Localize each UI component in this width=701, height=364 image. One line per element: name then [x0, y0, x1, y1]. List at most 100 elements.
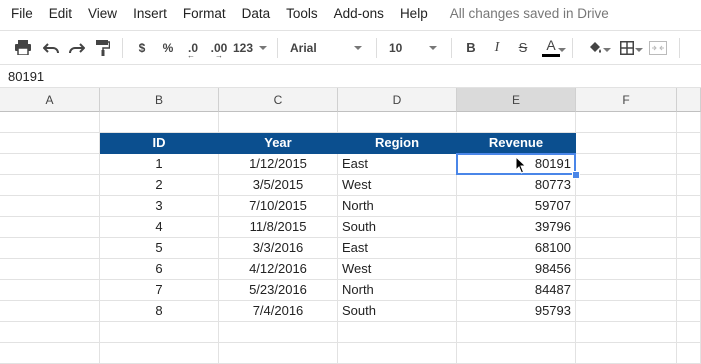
region-cell[interactable]: West	[338, 259, 457, 280]
empty-cell-f[interactable]	[576, 259, 677, 280]
empty-cell-extra[interactable]	[677, 238, 701, 259]
id-cell[interactable]: 3	[100, 196, 219, 217]
empty-cell-a[interactable]	[0, 280, 100, 301]
revenue-cell[interactable]: 39796	[457, 217, 576, 238]
id-cell[interactable]: 7	[100, 280, 219, 301]
empty-cell-b[interactable]	[100, 322, 219, 343]
region-cell[interactable]: East	[338, 238, 457, 259]
revenue-cell[interactable]: 59707	[457, 196, 576, 217]
borders-button[interactable]	[611, 36, 643, 60]
empty-cell-b[interactable]	[100, 112, 219, 133]
empty-cell-d[interactable]	[338, 343, 457, 364]
empty-cell-a[interactable]	[0, 217, 100, 238]
column-header-b[interactable]: B	[100, 88, 219, 112]
empty-cell-f[interactable]	[576, 154, 677, 175]
column-header-c[interactable]: C	[219, 88, 338, 112]
revenue-cell[interactable]: 98456	[457, 259, 576, 280]
menu-data[interactable]: Data	[234, 6, 279, 21]
empty-cell-f[interactable]	[576, 112, 677, 133]
column-header-d[interactable]: D	[338, 88, 457, 112]
empty-cell-e[interactable]	[457, 112, 576, 133]
empty-cell-d[interactable]	[338, 322, 457, 343]
empty-cell-a[interactable]	[0, 133, 100, 154]
paint-format-icon[interactable]	[90, 36, 116, 60]
empty-cell-b[interactable]	[100, 343, 219, 364]
empty-cell-f[interactable]	[576, 238, 677, 259]
menu-tools[interactable]: Tools	[278, 6, 326, 21]
empty-cell-f[interactable]	[576, 217, 677, 238]
menu-view[interactable]: View	[80, 6, 125, 21]
formula-value[interactable]: 80191	[0, 69, 44, 84]
bold-button[interactable]: B	[458, 36, 484, 60]
empty-cell-a[interactable]	[0, 343, 100, 364]
region-cell[interactable]: North	[338, 196, 457, 217]
print-icon[interactable]	[8, 36, 38, 60]
id-cell[interactable]: 2	[100, 175, 219, 196]
empty-cell-extra[interactable]	[677, 217, 701, 238]
fill-color-button[interactable]	[579, 36, 611, 60]
empty-cell-a[interactable]	[0, 175, 100, 196]
empty-cell-extra[interactable]	[677, 301, 701, 322]
revenue-cell[interactable]: 68100	[457, 238, 576, 259]
empty-cell-f[interactable]	[576, 301, 677, 322]
id-cell[interactable]: 4	[100, 217, 219, 238]
empty-cell-a[interactable]	[0, 154, 100, 175]
redo-icon[interactable]	[64, 36, 90, 60]
font-size-select[interactable]: 10	[383, 36, 445, 60]
table-header-revenue[interactable]: Revenue	[457, 133, 576, 154]
column-header-e[interactable]: E	[457, 88, 576, 112]
region-cell[interactable]: North	[338, 280, 457, 301]
empty-cell-extra[interactable]	[677, 322, 701, 343]
column-header-f[interactable]: F	[576, 88, 677, 112]
table-header-id[interactable]: ID	[100, 133, 219, 154]
currency-format-button[interactable]: $	[129, 36, 155, 60]
revenue-cell[interactable]: 95793	[457, 301, 576, 322]
empty-cell-a[interactable]	[0, 196, 100, 217]
menu-format[interactable]: Format	[175, 6, 234, 21]
id-cell[interactable]: 6	[100, 259, 219, 280]
menu-help[interactable]: Help	[392, 6, 436, 21]
empty-cell-c[interactable]	[219, 112, 338, 133]
increase-decimals-button[interactable]: .00 →	[205, 36, 233, 60]
empty-cell-f[interactable]	[576, 133, 677, 154]
empty-cell-a[interactable]	[0, 238, 100, 259]
empty-cell-a[interactable]	[0, 112, 100, 133]
year-cell[interactable]: 1/12/2015	[219, 154, 338, 175]
font-family-select[interactable]: Arial	[284, 36, 370, 60]
empty-cell-c[interactable]	[219, 322, 338, 343]
empty-cell-e[interactable]	[457, 343, 576, 364]
empty-cell-c[interactable]	[219, 343, 338, 364]
empty-cell-f[interactable]	[576, 196, 677, 217]
empty-cell-f[interactable]	[576, 175, 677, 196]
empty-cell-a[interactable]	[0, 301, 100, 322]
italic-button[interactable]: I	[484, 36, 510, 60]
empty-cell-extra[interactable]	[677, 112, 701, 133]
empty-cell-a[interactable]	[0, 322, 100, 343]
column-header-a[interactable]: A	[0, 88, 100, 112]
empty-cell-f[interactable]	[576, 280, 677, 301]
id-cell[interactable]: 5	[100, 238, 219, 259]
empty-cell-d[interactable]	[338, 112, 457, 133]
table-header-region[interactable]: Region	[338, 133, 457, 154]
empty-cell-extra[interactable]	[677, 175, 701, 196]
year-cell[interactable]: 3/3/2016	[219, 238, 338, 259]
undo-icon[interactable]	[38, 36, 64, 60]
year-cell[interactable]: 7/10/2015	[219, 196, 338, 217]
empty-cell-f[interactable]	[576, 322, 677, 343]
revenue-cell[interactable]: 84487	[457, 280, 576, 301]
menu-insert[interactable]: Insert	[125, 6, 175, 21]
year-cell[interactable]: 3/5/2015	[219, 175, 338, 196]
percent-format-button[interactable]: %	[155, 36, 181, 60]
year-cell[interactable]: 5/23/2016	[219, 280, 338, 301]
strikethrough-button[interactable]: S	[510, 36, 536, 60]
menu-file[interactable]: File	[0, 6, 41, 21]
empty-cell-f[interactable]	[576, 343, 677, 364]
revenue-cell[interactable]: 80773	[457, 175, 576, 196]
empty-cell-extra[interactable]	[677, 196, 701, 217]
empty-cell-extra[interactable]	[677, 259, 701, 280]
year-cell[interactable]: 11/8/2015	[219, 217, 338, 238]
empty-cell-extra[interactable]	[677, 154, 701, 175]
decrease-decimals-button[interactable]: .0 ←	[181, 36, 205, 60]
year-cell[interactable]: 7/4/2016	[219, 301, 338, 322]
empty-cell-e[interactable]	[457, 322, 576, 343]
